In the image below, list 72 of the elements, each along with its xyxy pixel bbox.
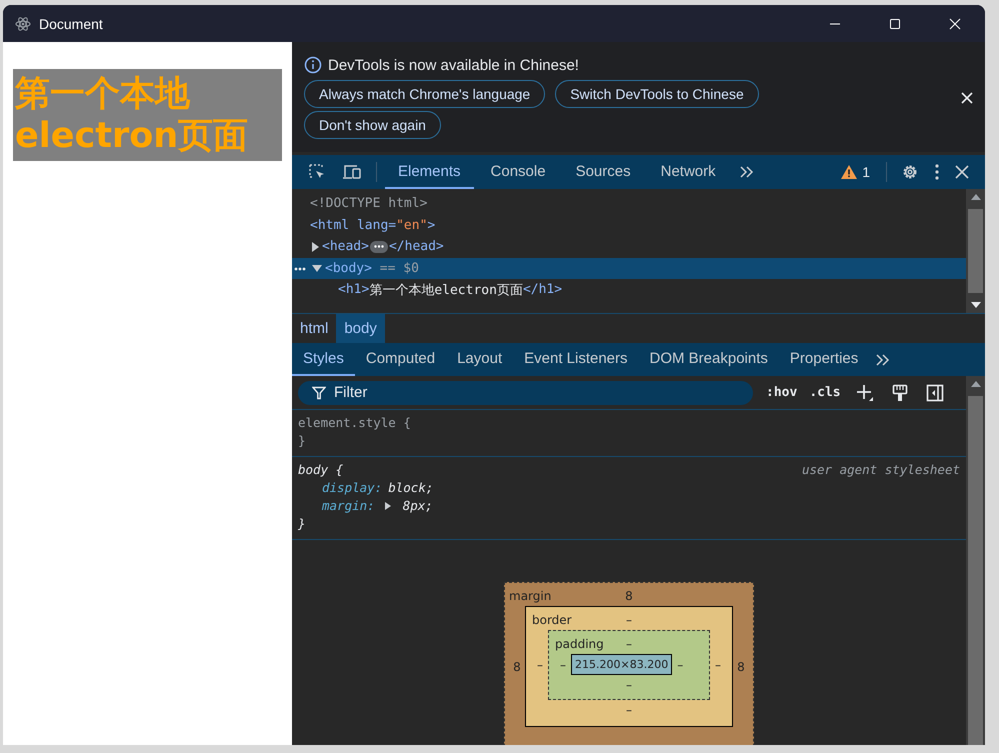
- expand-arrow-icon[interactable]: [384, 502, 391, 510]
- more-icon[interactable]: [294, 266, 306, 270]
- closing-brace: }: [298, 515, 306, 533]
- panel-tab[interactable]: DOM Breakpoints: [638, 343, 779, 376]
- content-box: 215.200×83.200: [571, 654, 672, 675]
- panel-tab[interactable]: Styles: [292, 343, 355, 376]
- warning-icon: [841, 165, 858, 179]
- ellipsis-icon[interactable]: [370, 240, 388, 253]
- markup-text: == $0: [378, 260, 419, 276]
- box-value: –: [625, 613, 633, 627]
- box-value: 8: [512, 660, 522, 674]
- style-toggle-button[interactable]: :hov: [763, 385, 800, 400]
- css-selector: body {: [298, 461, 344, 479]
- devtools-tab[interactable]: Sources: [562, 155, 644, 189]
- scrollbar[interactable]: [966, 189, 985, 313]
- css-property-value: 8px;: [402, 497, 433, 515]
- close-icon: [949, 18, 961, 30]
- markup-text: <!DOCTYPE html>: [310, 196, 428, 212]
- markup-text: 第一个本地electron页面: [369, 282, 523, 299]
- warning-count: 1: [862, 164, 870, 180]
- panel-tab[interactable]: Event Listeners: [513, 343, 639, 376]
- markup-text: </head>: [388, 239, 444, 254]
- markup-text: <head>: [322, 239, 369, 254]
- box-label: margin: [509, 589, 552, 603]
- dom-node-row[interactable]: <!DOCTYPE html>: [292, 193, 966, 214]
- info-message: DevTools is now available in Chinese!: [328, 56, 579, 74]
- info-action-button[interactable]: Don't show again: [304, 111, 441, 139]
- markup-text: <body>: [325, 260, 372, 276]
- expand-arrow-icon[interactable]: [312, 264, 322, 272]
- box-value: –: [625, 637, 633, 651]
- panel-tab[interactable]: Properties: [778, 343, 870, 376]
- css-selector: element.style {: [298, 414, 411, 432]
- markup-text: <html lang=: [310, 218, 396, 233]
- box-value: –: [626, 703, 632, 717]
- box-value: –: [714, 658, 722, 672]
- box-value: –: [559, 658, 567, 672]
- info-action-button[interactable]: Switch DevTools to Chinese: [555, 80, 759, 108]
- markup-text: </h1>: [522, 282, 562, 298]
- box-value: 8: [736, 660, 746, 674]
- dom-node-row[interactable]: <body> == $0: [292, 258, 966, 279]
- markup-text: >: [427, 218, 436, 233]
- markup-text: <h1>: [338, 282, 370, 298]
- info-icon: [304, 56, 322, 74]
- box-label: padding: [555, 637, 605, 651]
- dom-node-row[interactable]: <h1>第一个本地electron页面</h1>: [292, 279, 966, 300]
- closing-brace: }: [298, 432, 306, 450]
- box-value: 8: [624, 589, 634, 603]
- page-heading: 第一个本地electron页面: [13, 69, 282, 161]
- box-value: –: [626, 678, 632, 692]
- warning-counter[interactable]: 1: [833, 164, 878, 180]
- css-property-value: block;: [388, 479, 434, 497]
- box-value: –: [676, 658, 684, 672]
- filter-field[interactable]: Filter: [298, 380, 753, 404]
- stylesheet-source: user agent stylesheet: [802, 461, 960, 479]
- panel-tab[interactable]: Layout: [446, 343, 514, 376]
- info-action-button[interactable]: Always match Chrome's language: [304, 80, 546, 108]
- panel-tab[interactable]: Computed: [354, 343, 446, 376]
- css-property-name: display:: [322, 479, 382, 497]
- dom-node-row[interactable]: <html lang="en">: [292, 214, 966, 236]
- box-label: border: [532, 613, 573, 627]
- box-value: –: [536, 658, 544, 672]
- devtools-tab[interactable]: Console: [478, 155, 559, 189]
- breadcrumb-item[interactable]: html: [292, 314, 336, 343]
- markup-text: "en": [396, 218, 428, 233]
- devtools-tab[interactable]: Network: [648, 155, 729, 189]
- window-title: Document: [39, 16, 103, 32]
- maximize-icon: [889, 18, 901, 30]
- css-property-name: margin:: [322, 497, 375, 515]
- scrollbar[interactable]: [966, 376, 985, 745]
- style-toggle-button[interactable]: .cls: [806, 385, 844, 400]
- breadcrumb-item[interactable]: body: [336, 314, 385, 343]
- atom-icon: [15, 16, 31, 32]
